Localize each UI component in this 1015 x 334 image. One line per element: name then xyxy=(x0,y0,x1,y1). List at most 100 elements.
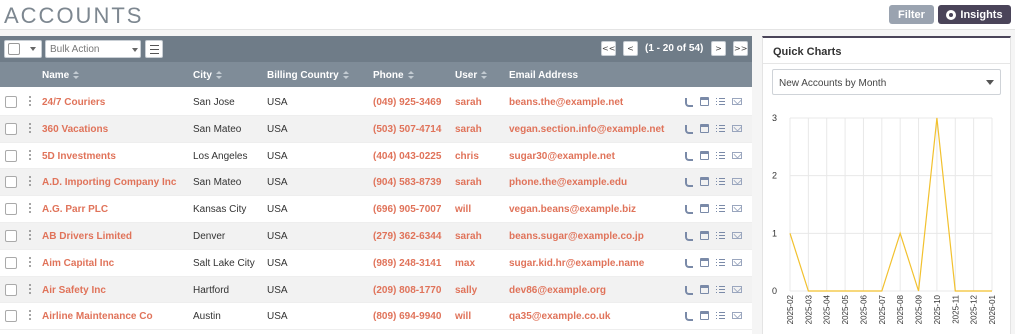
email-link[interactable]: phone.the@example.edu xyxy=(509,177,627,188)
phone-link[interactable]: (989) 248-3141 xyxy=(373,258,441,269)
row-menu-icon[interactable] xyxy=(29,256,31,267)
column-header-phone[interactable]: Phone xyxy=(373,70,414,81)
phone-icon[interactable] xyxy=(684,311,693,322)
column-chooser-button[interactable] xyxy=(145,40,163,58)
task-list-icon[interactable] xyxy=(716,177,725,186)
row-checkbox[interactable] xyxy=(5,122,17,135)
task-list-icon[interactable] xyxy=(716,258,725,267)
insights-button[interactable]: Insights xyxy=(938,5,1011,24)
chart-type-dropdown[interactable]: New Accounts by Month xyxy=(772,69,1001,95)
task-list-icon[interactable] xyxy=(716,204,725,213)
email-icon[interactable] xyxy=(732,312,742,320)
email-icon[interactable] xyxy=(732,285,742,293)
task-list-icon[interactable] xyxy=(716,285,725,294)
phone-icon[interactable] xyxy=(684,151,693,161)
column-header-billing-country[interactable]: Billing Country xyxy=(267,70,349,81)
calendar-icon[interactable] xyxy=(700,230,709,240)
email-link[interactable]: sugar30@example.net xyxy=(509,151,615,162)
email-link[interactable]: dev86@example.org xyxy=(509,285,606,296)
user-link[interactable]: chris xyxy=(455,151,479,162)
email-link[interactable]: qa35@example.co.uk xyxy=(509,311,610,322)
account-name-link[interactable]: Airline Maintenance Co xyxy=(42,311,153,322)
calendar-icon[interactable] xyxy=(700,177,709,187)
column-header-user[interactable]: User xyxy=(455,70,488,81)
email-link[interactable]: beans.sugar@example.co.jp xyxy=(509,231,644,242)
phone-icon[interactable] xyxy=(684,258,693,268)
phone-link[interactable]: (696) 905-7007 xyxy=(373,204,441,215)
calendar-icon[interactable] xyxy=(700,150,709,160)
email-link[interactable]: sugar.kid.hr@example.name xyxy=(509,258,644,269)
prev-page-button[interactable]: < xyxy=(623,41,638,56)
row-checkbox[interactable] xyxy=(5,149,17,162)
phone-link[interactable]: (049) 925-3469 xyxy=(373,97,441,108)
email-icon[interactable] xyxy=(732,178,742,186)
account-name-link[interactable]: A.G. Parr PLC xyxy=(42,204,108,215)
email-icon[interactable] xyxy=(732,124,742,132)
email-icon[interactable] xyxy=(732,98,742,105)
account-name-link[interactable]: 5D Investments xyxy=(42,151,116,162)
user-link[interactable]: sally xyxy=(455,285,477,296)
user-link[interactable]: sarah xyxy=(455,97,482,108)
sort-icon[interactable] xyxy=(342,70,349,80)
row-menu-icon[interactable] xyxy=(29,283,31,294)
phone-icon[interactable] xyxy=(684,177,693,188)
user-link[interactable]: max xyxy=(455,258,475,269)
calendar-icon[interactable] xyxy=(700,284,709,294)
phone-icon[interactable] xyxy=(684,231,693,241)
calendar-icon[interactable] xyxy=(700,204,709,214)
phone-icon[interactable] xyxy=(684,124,693,134)
account-name-link[interactable]: Aim Capital Inc xyxy=(42,258,114,269)
email-icon[interactable] xyxy=(732,231,742,239)
email-link[interactable]: vegan.beans@example.biz xyxy=(509,204,636,215)
user-link[interactable]: sarah xyxy=(455,124,482,135)
row-checkbox[interactable] xyxy=(5,96,17,108)
phone-icon[interactable] xyxy=(684,285,693,295)
calendar-icon[interactable] xyxy=(700,311,709,321)
task-list-icon[interactable] xyxy=(716,97,725,106)
account-name-link[interactable]: 24/7 Couriers xyxy=(42,97,105,108)
row-checkbox[interactable] xyxy=(5,283,17,296)
sort-icon[interactable] xyxy=(407,70,414,80)
email-icon[interactable] xyxy=(732,258,742,266)
phone-link[interactable]: (209) 808-1770 xyxy=(373,285,441,296)
last-page-button[interactable]: >> xyxy=(733,41,748,56)
calendar-icon[interactable] xyxy=(700,257,709,267)
phone-link[interactable]: (904) 583-8739 xyxy=(373,177,441,188)
phone-icon[interactable] xyxy=(684,97,693,107)
row-menu-icon[interactable] xyxy=(29,122,31,133)
user-link[interactable]: sarah xyxy=(455,177,482,188)
row-menu-icon[interactable] xyxy=(29,310,31,321)
select-all-dropdown[interactable] xyxy=(4,40,42,58)
user-link[interactable]: will xyxy=(455,204,471,215)
column-header-city[interactable]: City xyxy=(193,70,222,81)
task-list-icon[interactable] xyxy=(716,231,725,240)
row-checkbox[interactable] xyxy=(5,256,17,269)
task-list-icon[interactable] xyxy=(716,151,725,160)
row-checkbox[interactable] xyxy=(5,310,17,323)
account-name-link[interactable]: Air Safety Inc xyxy=(42,285,106,296)
account-name-link[interactable]: AB Drivers Limited xyxy=(42,231,132,242)
column-header-name[interactable]: Name xyxy=(42,70,80,81)
row-checkbox[interactable] xyxy=(5,203,17,216)
row-menu-icon[interactable] xyxy=(29,149,31,160)
task-list-icon[interactable] xyxy=(716,311,725,320)
user-link[interactable]: sarah xyxy=(455,231,482,242)
row-menu-icon[interactable] xyxy=(29,229,31,240)
sort-icon[interactable] xyxy=(215,70,222,80)
sort-icon[interactable] xyxy=(481,70,488,80)
phone-link[interactable]: (809) 694-9940 xyxy=(373,311,441,322)
email-icon[interactable] xyxy=(732,205,742,213)
row-checkbox[interactable] xyxy=(5,229,17,242)
phone-link[interactable]: (279) 362-6344 xyxy=(373,231,441,242)
phone-link[interactable]: (404) 043-0225 xyxy=(373,151,441,162)
row-checkbox[interactable] xyxy=(5,176,17,189)
filter-button[interactable]: Filter xyxy=(889,5,934,24)
email-link[interactable]: beans.the@example.net xyxy=(509,97,623,108)
account-name-link[interactable]: 360 Vacations xyxy=(42,124,108,135)
email-link[interactable]: vegan.section.info@example.net xyxy=(509,124,664,135)
email-icon[interactable] xyxy=(732,151,742,159)
sort-icon[interactable] xyxy=(73,70,80,80)
first-page-button[interactable]: << xyxy=(601,41,616,56)
next-page-button[interactable]: > xyxy=(711,41,726,56)
row-menu-icon[interactable] xyxy=(29,176,31,187)
